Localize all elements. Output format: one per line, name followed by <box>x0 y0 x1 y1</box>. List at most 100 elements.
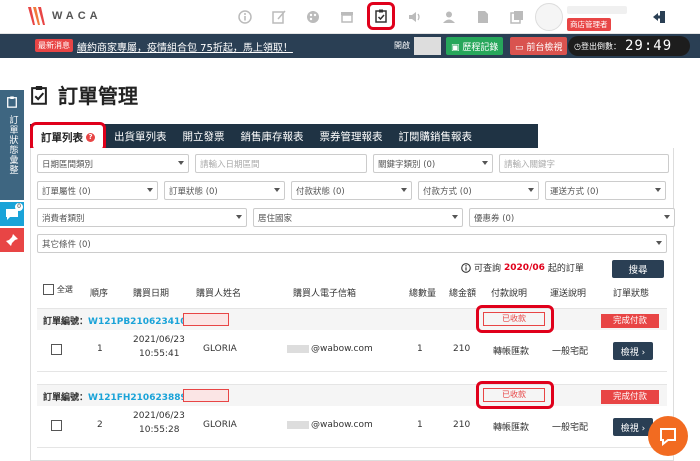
row-shipping: 一般宅配 <box>552 347 589 357</box>
select-all-checkbox[interactable] <box>43 284 54 295</box>
countdown-time: 29:49 <box>624 38 673 54</box>
row-qty: 1 <box>417 344 423 354</box>
order-attr-select[interactable]: 訂單屬性 (0) <box>37 181 158 200</box>
order-icon[interactable] <box>367 2 395 30</box>
copy-icon[interactable] <box>500 6 534 28</box>
monitor-icon: ▭ <box>515 43 527 53</box>
tab-invoice[interactable]: 開立發票 <box>175 124 233 148</box>
coupon-value: 優惠券 (0) <box>474 213 515 224</box>
order-panel: 日期區間類別 請輸入日期區間 關鍵字類別 (0) 請輸入關鍵字 訂單屬性 (0)… <box>30 148 675 461</box>
history-icon: ▣ <box>451 43 463 53</box>
top-bar: WACA 商店管理者 <box>0 0 700 34</box>
info-icon <box>461 262 471 273</box>
country-select[interactable]: 居住國家 <box>253 208 463 227</box>
row-payment: 轉帳匯款 <box>493 347 530 357</box>
info-icon[interactable] <box>228 6 262 28</box>
order-status-value: 訂單狀態 (0) <box>169 186 218 197</box>
paid-badge: 已收款 <box>483 312 545 326</box>
coupon-select[interactable]: 優惠券 (0) <box>469 208 675 227</box>
message-dock[interactable]: 0 <box>0 202 24 226</box>
pin-icon <box>6 234 18 246</box>
row-date: 2021/06/23 <box>133 411 185 421</box>
news-link[interactable]: 續約商家專屬，疫情組合包 75折起，馬上領取！ <box>77 39 293 54</box>
row-checkbox[interactable] <box>51 420 62 431</box>
col-seq: 順序 <box>90 289 109 299</box>
table-header: 全選 順序 購買日期 購買人姓名 購買人電子信箱 總數量 總金額 付款說明 運送… <box>31 284 673 304</box>
edit-icon[interactable] <box>262 6 296 28</box>
countdown-label: 登出倒數： <box>580 41 621 51</box>
status-badge: 完成付款 <box>601 390 659 404</box>
query-date: 2020/06 <box>504 262 545 273</box>
shop-toggle[interactable] <box>414 37 441 55</box>
row-name: GLORIA <box>203 420 237 430</box>
tab-shipping-list[interactable]: 出貨單列表 <box>106 124 175 148</box>
email-domain: @wabow.com <box>311 344 373 354</box>
chevron-down-icon <box>178 161 184 165</box>
country-value: 居住國家 <box>258 213 293 224</box>
order-status-select[interactable]: 訂單狀態 (0) <box>164 181 285 200</box>
avatar[interactable] <box>535 3 563 31</box>
chat-button[interactable] <box>648 416 688 456</box>
date-range-input[interactable]: 請輸入日期區間 <box>195 154 367 173</box>
order-number: 訂單編號：W121PB2106234102 <box>43 314 193 327</box>
other-conditions-value: 其它條件 (0) <box>42 239 91 250</box>
tab-label: 訂單列表 <box>41 131 83 144</box>
order-summary-dock[interactable]: 訂單狀態彙整 <box>0 90 24 200</box>
blurred-field <box>183 313 229 326</box>
user-name-blurred <box>567 6 627 14</box>
row-shipping: 一般宅配 <box>552 423 589 433</box>
row-time: 10:55:41 <box>139 349 180 359</box>
front-view-button[interactable]: ▭ 前台檢視 <box>510 37 568 55</box>
row-date: 2021/06/23 <box>133 335 185 345</box>
tab-sales-inventory[interactable]: 銷售庫存報表 <box>233 124 312 148</box>
speaker-icon[interactable] <box>398 6 432 28</box>
ship-method-select[interactable]: 運送方式 (0) <box>545 181 666 200</box>
query-prefix: 可查詢 <box>474 264 502 274</box>
other-conditions-select[interactable]: 其它條件 (0) <box>37 234 667 253</box>
view-button[interactable]: 檢視 › <box>613 418 653 436</box>
user-icon[interactable] <box>432 6 466 28</box>
order-number-link[interactable]: W121FH2106238896 <box>88 393 193 403</box>
clipboard-icon <box>7 96 17 108</box>
logo-text: WACA <box>52 10 102 22</box>
logo[interactable]: WACA <box>28 7 102 25</box>
pay-method-value: 付款方式 (0) <box>423 186 472 197</box>
waca-logo-icon <box>28 7 45 25</box>
keyword-type-select[interactable]: 關鍵字類別 (0) <box>373 154 493 173</box>
pay-method-select[interactable]: 付款方式 (0) <box>418 181 539 200</box>
blurred-field <box>183 389 229 402</box>
file-icon[interactable] <box>466 6 500 28</box>
select-all-label: 全選 <box>56 285 73 294</box>
email-blur <box>287 344 309 353</box>
row-checkbox[interactable] <box>51 344 62 355</box>
tab-ticket-report[interactable]: 票券管理報表 <box>312 124 391 148</box>
select-all[interactable]: 全選 <box>43 284 73 295</box>
row-payment: 轉帳匯款 <box>493 423 530 433</box>
help-icon[interactable]: ? <box>86 132 95 142</box>
row-qty: 1 <box>417 420 423 430</box>
store-icon[interactable] <box>330 6 364 28</box>
order-number-link[interactable]: W121PB2106234102 <box>88 317 193 327</box>
order-header: 訂單編號：W121PB2106234102 已收款 完成付款 <box>37 305 667 333</box>
col-qty: 總數量 <box>409 289 437 299</box>
pay-status-select[interactable]: 付款狀態 (0) <box>291 181 412 200</box>
order-number-label: 訂單編號： <box>43 393 89 403</box>
keyword-input[interactable]: 請輸入關鍵字 <box>499 154 669 173</box>
news-bar: 最新消息 續約商家專屬，疫情組合包 75折起，馬上領取！ 開啟 ▣ 歷程記錄 ▭… <box>0 34 700 58</box>
chevron-down-icon <box>274 188 280 192</box>
logout-icon[interactable] <box>652 10 666 24</box>
query-range-note: 可查詢 2020/06 起的訂單 <box>461 261 584 274</box>
palette-icon[interactable] <box>296 6 330 28</box>
tab-subscription-report[interactable]: 訂閱購銷售報表 <box>391 124 481 148</box>
col-email: 購買人電子信箱 <box>293 289 357 299</box>
search-button[interactable]: 搜尋 <box>612 260 664 278</box>
consumer-type-select[interactable]: 消費者類別 <box>37 208 247 227</box>
user-menu[interactable]: 商店管理者 <box>535 3 639 31</box>
logout-countdown: ◷ 登出倒數： 29:49 <box>568 36 690 56</box>
row-name: GLORIA <box>203 344 237 354</box>
view-button[interactable]: 檢視 › <box>613 342 653 360</box>
pin-dock[interactable] <box>0 228 24 252</box>
left-dock: 訂單狀態彙整 0 <box>0 90 24 252</box>
history-button[interactable]: ▣ 歷程記錄 <box>446 37 504 55</box>
date-type-select[interactable]: 日期區間類別 <box>37 154 189 173</box>
